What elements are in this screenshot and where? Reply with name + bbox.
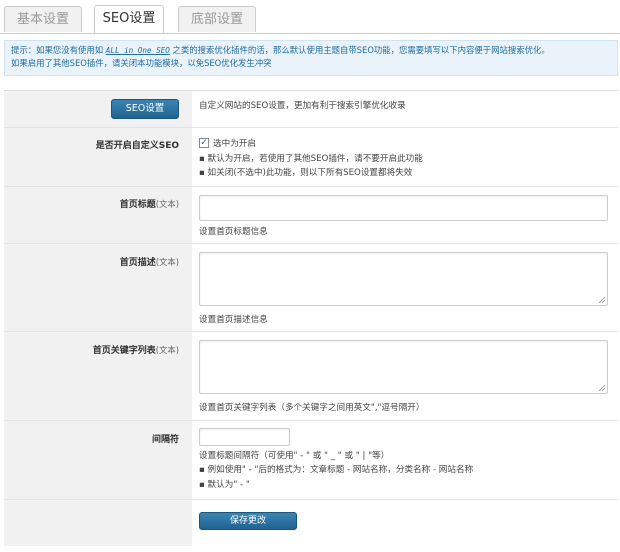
- resize-grip-icon[interactable]: [599, 385, 605, 391]
- home-title-input[interactable]: [199, 195, 608, 221]
- enable-seo-label: 是否开启自定义SEO: [95, 141, 179, 151]
- notice-suffix: 之类的搜索优化插件的话，那么默认使用主题自带SEO功能，您需要填写以下内容便于网…: [172, 45, 550, 55]
- separator-label-cell: 间隔符: [4, 421, 192, 499]
- home-keywords-textarea[interactable]: [199, 340, 608, 394]
- home-desc-label-cell: 首页描述(文本): [4, 244, 192, 331]
- tab-footer-settings[interactable]: 底部设置: [178, 6, 256, 32]
- home-title-label-cell: 首页标题(文本): [4, 187, 192, 243]
- home-desc-type: (文本): [155, 257, 179, 267]
- home-desc-cell: 设置首页描述信息: [192, 244, 618, 331]
- home-title-label-wrap: 首页标题(文本): [4, 197, 179, 210]
- separator-input[interactable]: [199, 428, 290, 446]
- seo-header-row: SEO设置 自定义网站的SEO设置，更加有利于搜索引擎优化收录: [4, 91, 618, 128]
- enable-seo-note-2: ▪ 如关闭(不选中)此功能，则以下所有SEO设置都将失效: [199, 168, 413, 178]
- save-cell: 保存更改: [192, 500, 618, 546]
- home-desc-row: 首页描述(文本) 设置首页描述信息: [4, 244, 618, 332]
- home-title-type: (文本): [155, 199, 179, 209]
- enable-seo-label-cell: 是否开启自定义SEO: [4, 128, 192, 186]
- home-title-row: 首页标题(文本) 设置首页标题信息: [4, 187, 618, 244]
- enable-seo-cell: ✓ 选中为开启 ▪ 默认为开启，若使用了其他SEO插件，请不要开启此功能 ▪ 如…: [192, 128, 618, 186]
- home-keywords-label: 首页关键字列表: [92, 346, 156, 356]
- home-desc-textarea[interactable]: [199, 252, 608, 306]
- seo-header-cell: 自定义网站的SEO设置，更加有利于搜索引擎优化收录: [192, 91, 618, 127]
- home-keywords-hint: 设置首页关键字列表（多个关键字之间用英文","逗号隔开）: [199, 403, 425, 413]
- home-title-label: 首页标题: [119, 200, 156, 210]
- home-keywords-type: (文本): [155, 345, 179, 355]
- separator-hint: 设置标题间隔符（可使用" - " 或 " _ " 或 " | "等）: [199, 451, 390, 461]
- seo-description: 自定义网站的SEO设置，更加有利于搜索引擎优化收录: [199, 101, 406, 111]
- save-label-cell: [4, 500, 192, 546]
- separator-row: 间隔符 设置标题间隔符（可使用" - " 或 " _ " 或 " | "等） ▪…: [4, 421, 618, 500]
- tab-bar: 基本设置 SEO设置 底部设置: [0, 0, 620, 34]
- save-row: 保存更改: [4, 500, 618, 546]
- notice-line-1: 提示：如果您没有使用如 ALL in One SEO 之类的搜索优化插件的话，那…: [11, 44, 617, 57]
- home-desc-label-wrap: 首页描述(文本): [4, 255, 179, 268]
- seo-section-button[interactable]: SEO设置: [111, 99, 179, 119]
- notice-prefix: 提示：如果您没有使用如: [11, 45, 104, 55]
- home-title-hint: 设置首页标题信息: [199, 227, 268, 237]
- separator-cell: 设置标题间隔符（可使用" - " 或 " _ " 或 " | "等） ▪ 例如使…: [192, 421, 618, 499]
- separator-label: 间隔符: [151, 435, 179, 445]
- enable-seo-checkbox-text: 选中为开启: [213, 139, 256, 149]
- tab-seo-settings[interactable]: SEO设置: [94, 5, 164, 33]
- home-keywords-label-cell: 首页关键字列表(文本): [4, 332, 192, 420]
- enable-seo-row: 是否开启自定义SEO ✓ 选中为开启 ▪ 默认为开启，若使用了其他SEO插件，请…: [4, 128, 618, 187]
- home-keywords-row: 首页关键字列表(文本) 设置首页关键字列表（多个关键字之间用英文","逗号隔开）: [4, 332, 618, 421]
- home-keywords-cell: 设置首页关键字列表（多个关键字之间用英文","逗号隔开）: [192, 332, 618, 420]
- seo-header-label-cell: SEO设置: [4, 91, 192, 127]
- tab-basic-settings[interactable]: 基本设置: [4, 6, 82, 32]
- enable-seo-note-1: ▪ 默认为开启，若使用了其他SEO插件，请不要开启此功能: [199, 154, 423, 164]
- home-keywords-label-wrap: 首页关键字列表(文本): [4, 343, 179, 356]
- separator-note-1: ▪ 例如使用" - "后的格式为：文章标题 - 网站名称，分类名称 - 网站名称: [199, 465, 474, 475]
- resize-grip-icon[interactable]: [599, 297, 605, 303]
- home-desc-label: 首页描述: [119, 258, 156, 268]
- home-desc-hint: 设置首页描述信息: [199, 315, 268, 325]
- enable-seo-checkbox[interactable]: ✓: [199, 138, 209, 148]
- home-title-cell: 设置首页标题信息: [192, 187, 618, 243]
- notice-line-2: 如果启用了其他SEO插件，请关闭本功能模块，以免SEO优化发生冲突: [11, 58, 272, 68]
- separator-note-2: ▪ 默认为" - ": [199, 480, 250, 490]
- plugin-name: ALL in One SEO: [105, 46, 170, 55]
- save-changes-button[interactable]: 保存更改: [199, 512, 297, 530]
- seo-form: SEO设置 自定义网站的SEO设置，更加有利于搜索引擎优化收录 是否开启自定义S…: [4, 90, 618, 547]
- seo-notice: 提示：如果您没有使用如 ALL in One SEO 之类的搜索优化插件的话，那…: [4, 40, 618, 76]
